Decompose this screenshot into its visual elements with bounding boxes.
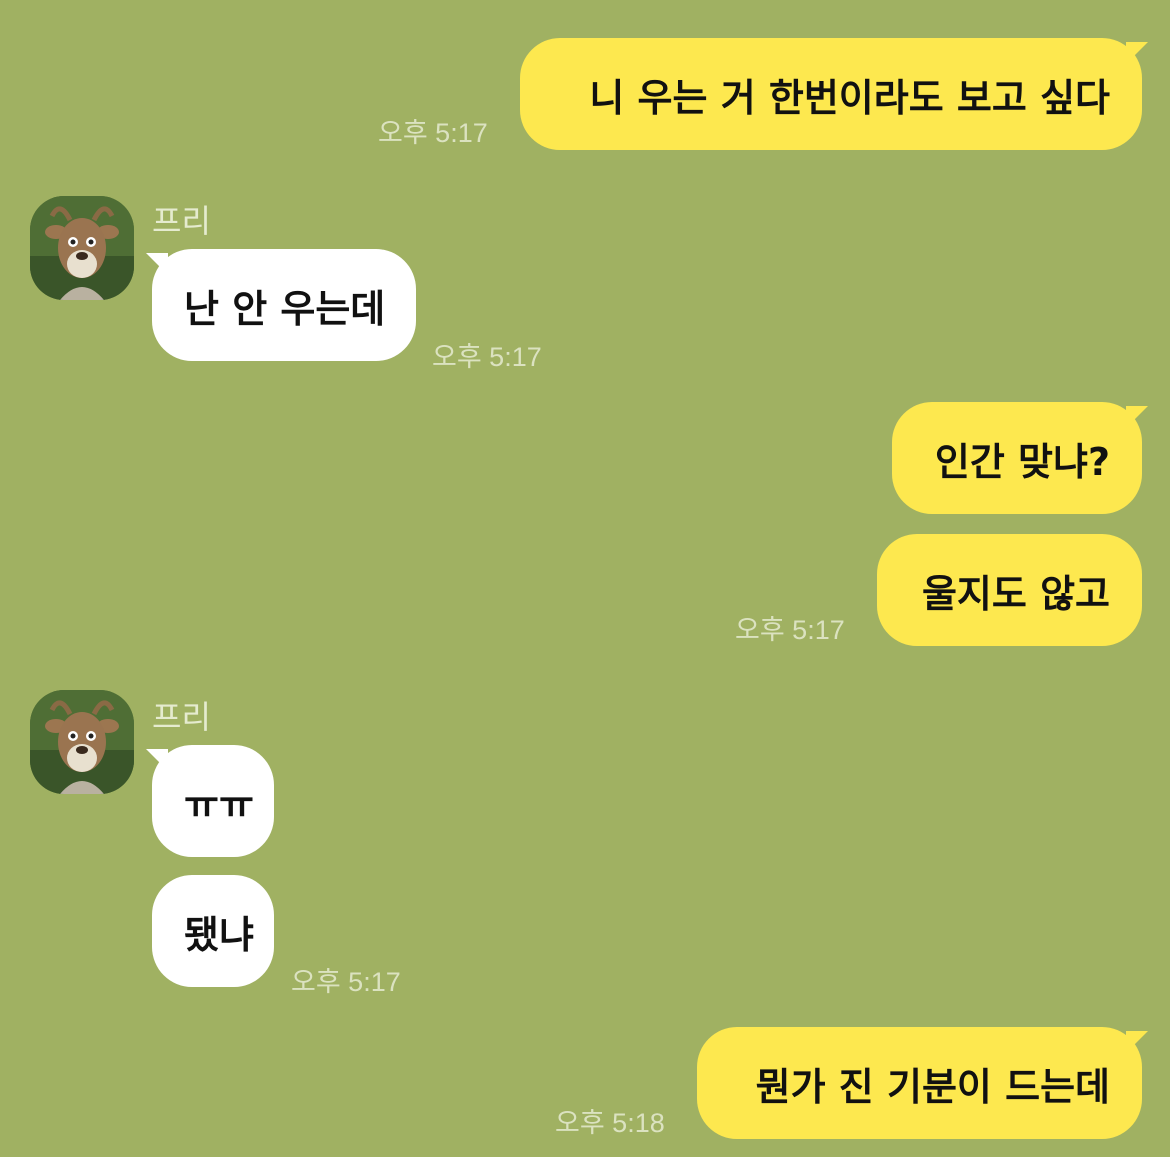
my-message-bubble[interactable]: 인간 맞냐? bbox=[892, 402, 1142, 514]
bubble-tail bbox=[1126, 42, 1148, 64]
bubble-tail bbox=[1126, 406, 1148, 428]
bubble-tail bbox=[1126, 1031, 1148, 1053]
message-timestamp: 오후 5:18 bbox=[555, 1108, 665, 1138]
message-text: 인간 맞냐? bbox=[934, 439, 1110, 484]
message-text: 울지도 않고 bbox=[921, 571, 1110, 616]
message-timestamp: 오후 5:17 bbox=[291, 967, 401, 997]
sender-name: 프리 bbox=[152, 203, 211, 239]
my-message-bubble[interactable]: 울지도 않고 bbox=[877, 534, 1142, 646]
message-text: 난 안 우는데 bbox=[184, 286, 386, 331]
message-text: ㅠㅠ bbox=[184, 782, 254, 827]
message-timestamp: 오후 5:17 bbox=[378, 118, 488, 148]
deer-avatar-icon bbox=[30, 690, 134, 794]
my-message-bubble[interactable]: 뭔가 진 기분이 드는데 bbox=[697, 1027, 1142, 1139]
message-timestamp: 오후 5:17 bbox=[432, 342, 542, 372]
their-message-bubble[interactable]: 난 안 우는데 bbox=[152, 249, 416, 361]
sender-avatar[interactable] bbox=[30, 690, 134, 794]
their-message-bubble[interactable]: ㅠㅠ bbox=[152, 745, 274, 857]
bubble-tail bbox=[146, 749, 168, 771]
sender-name: 프리 bbox=[152, 699, 211, 735]
their-message-bubble[interactable]: 됐냐 bbox=[152, 875, 274, 987]
message-text: 니 우는 거 한번이라도 보고 싶다 bbox=[589, 75, 1110, 120]
bubble-tail bbox=[146, 253, 168, 275]
deer-avatar-icon bbox=[30, 196, 134, 300]
message-timestamp: 오후 5:17 bbox=[735, 615, 845, 645]
message-text: 뭔가 진 기분이 드는데 bbox=[755, 1064, 1110, 1109]
message-text: 됐냐 bbox=[184, 912, 254, 957]
my-message-bubble[interactable]: 니 우는 거 한번이라도 보고 싶다 bbox=[520, 38, 1142, 150]
sender-avatar[interactable] bbox=[30, 196, 134, 300]
